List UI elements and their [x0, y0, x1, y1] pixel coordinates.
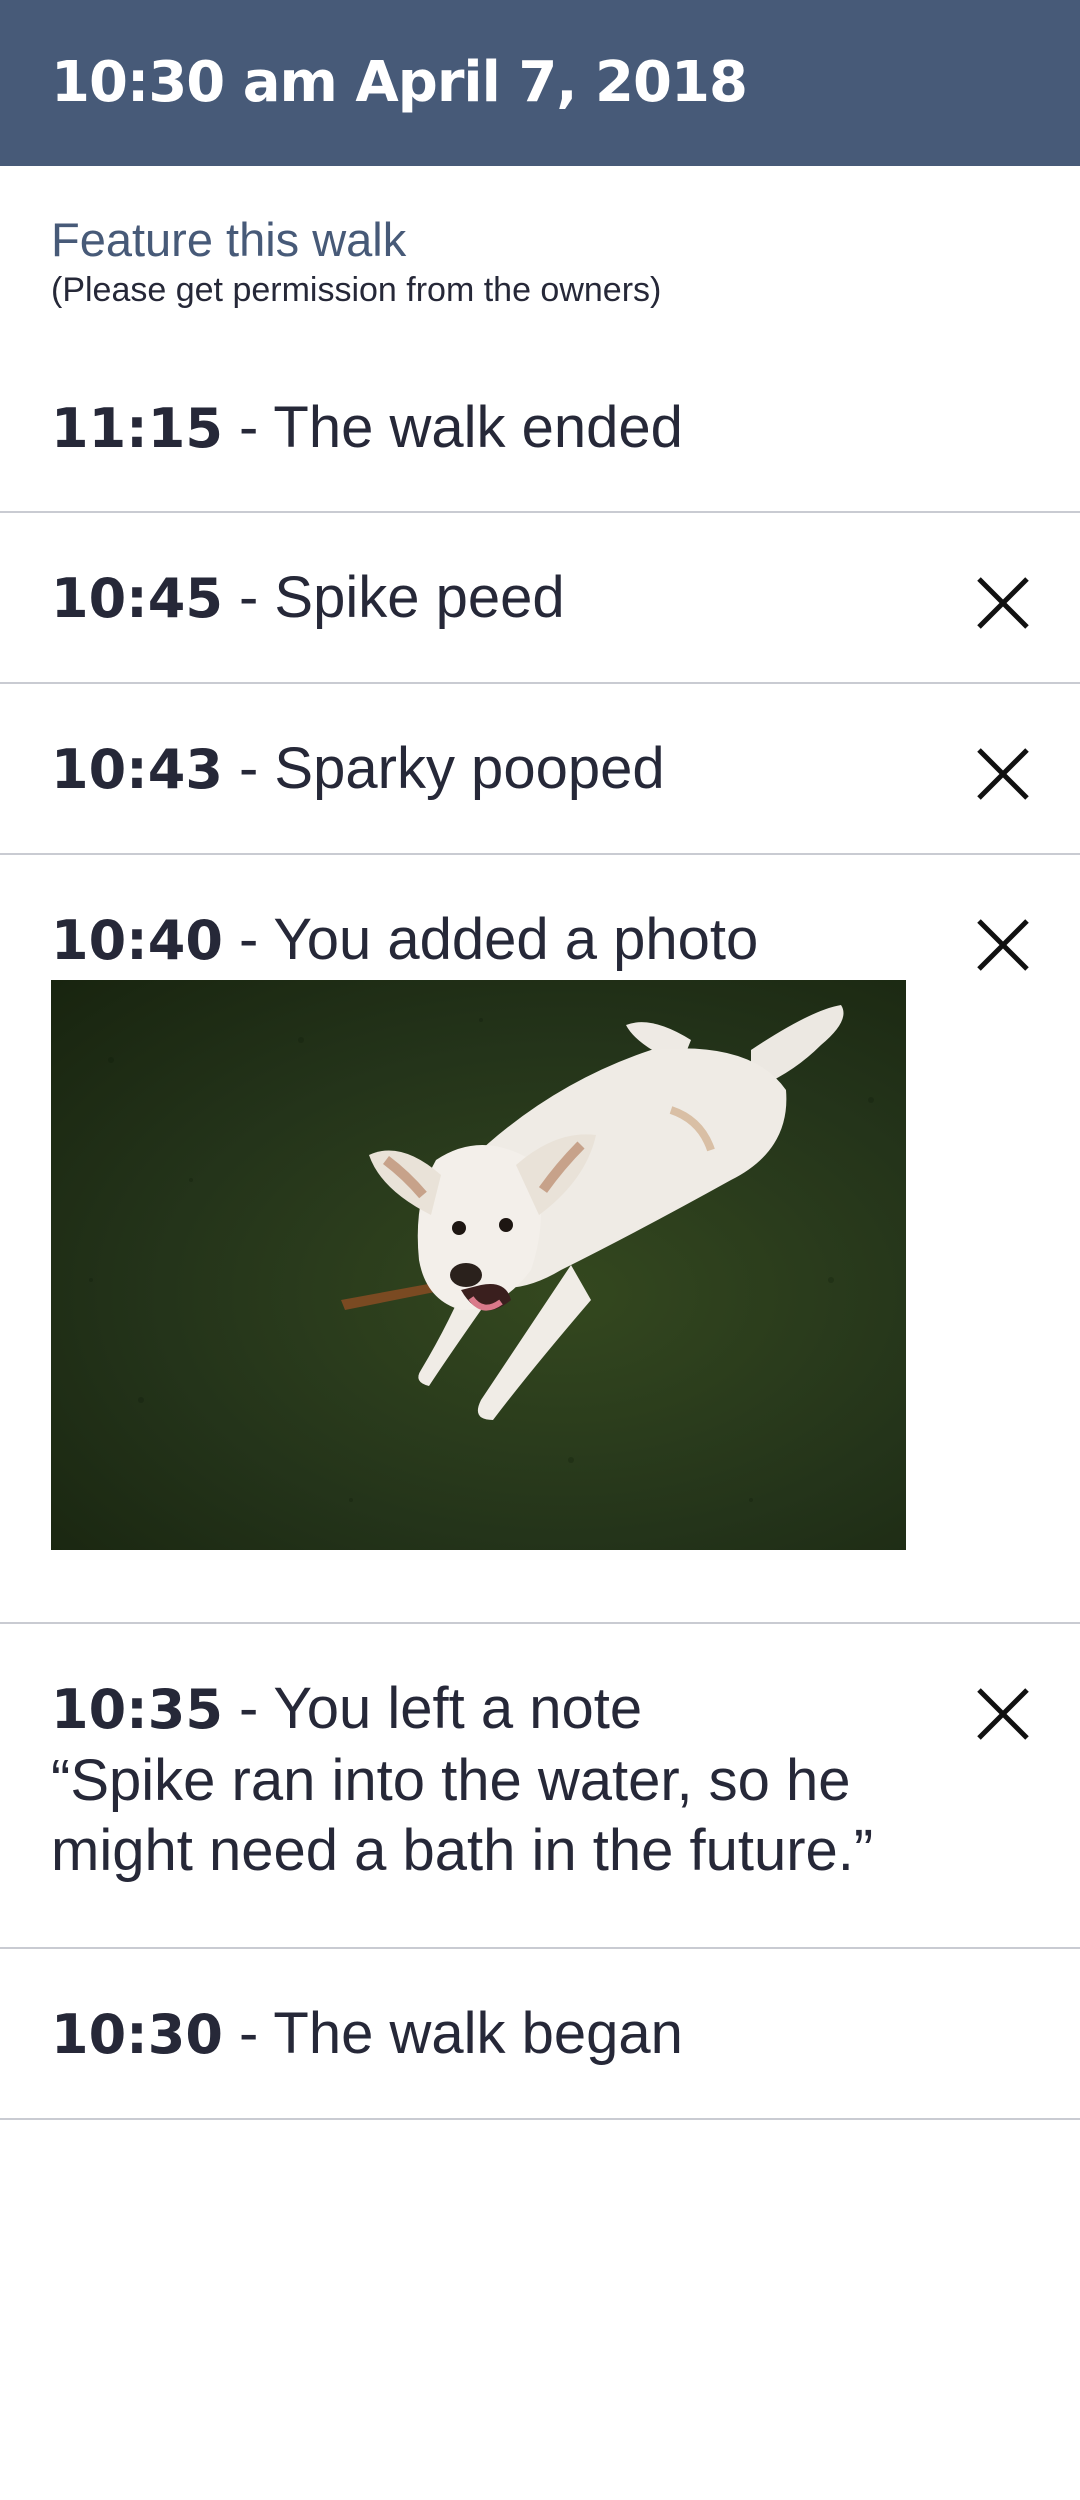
walk-note-text: “Spike ran into the water, so he might n… [51, 1748, 874, 1883]
event-time: 10:45 [51, 567, 223, 630]
event-time: 10:43 [51, 738, 223, 801]
event-description: - Sparky pooped [222, 736, 665, 801]
event-line: 10:40 - You added a photo [51, 905, 758, 976]
close-icon [977, 1688, 1029, 1740]
app-header: 10:30 am April 7, 2018 [0, 0, 1080, 166]
event-time: 10:30 [51, 2003, 223, 2066]
event-description: - You left a note [222, 1676, 643, 1741]
remove-event-button[interactable] [976, 747, 1030, 801]
feature-section: Feature this walk (Please get permission… [51, 210, 661, 310]
event-line: 10:43 - Sparky pooped [51, 734, 665, 805]
close-icon [977, 748, 1029, 800]
feature-walk-link[interactable]: Feature this walk [51, 210, 661, 270]
event-line: 11:15 - The walk ended [51, 393, 683, 464]
event-description: - The walk ended [222, 395, 683, 460]
event-time: 10:40 [51, 909, 223, 972]
timeline-event-row: 10:43 - Sparky pooped [0, 684, 1080, 855]
remove-event-button[interactable] [976, 1687, 1030, 1741]
timeline-event-row: 10:35 - You left a note “Spike ran into … [0, 1624, 1080, 1949]
feature-permission-note: (Please get permission from the owners) [51, 271, 662, 309]
event-description: - The walk began [222, 2001, 683, 2066]
event-line: 10:30 - The walk began [51, 1999, 683, 2070]
event-time: 11:15 [51, 397, 223, 460]
remove-event-button[interactable] [976, 918, 1030, 972]
event-description: - Spike peed [222, 565, 565, 630]
event-line: 10:35 - You left a note [51, 1674, 642, 1745]
timeline-event-row: 10:30 - The walk began [0, 1949, 1080, 2120]
walk-photo-dog[interactable] [51, 980, 906, 1550]
event-description: - You added a photo [222, 907, 759, 972]
close-icon [977, 577, 1029, 629]
remove-event-button[interactable] [976, 576, 1030, 630]
dog-photo-illustration [89, 1005, 874, 1502]
close-icon [977, 919, 1029, 971]
walk-datetime-title: 10:30 am April 7, 2018 [51, 50, 748, 115]
timeline-event-row: 10:40 - You added a photo [0, 855, 1080, 1624]
timeline-event-row: 11:15 - The walk ended [0, 345, 1080, 513]
timeline-event-row: 10:45 - Spike peed [0, 513, 1080, 684]
event-line: 10:45 - Spike peed [51, 563, 565, 634]
event-time: 10:35 [51, 1678, 223, 1741]
